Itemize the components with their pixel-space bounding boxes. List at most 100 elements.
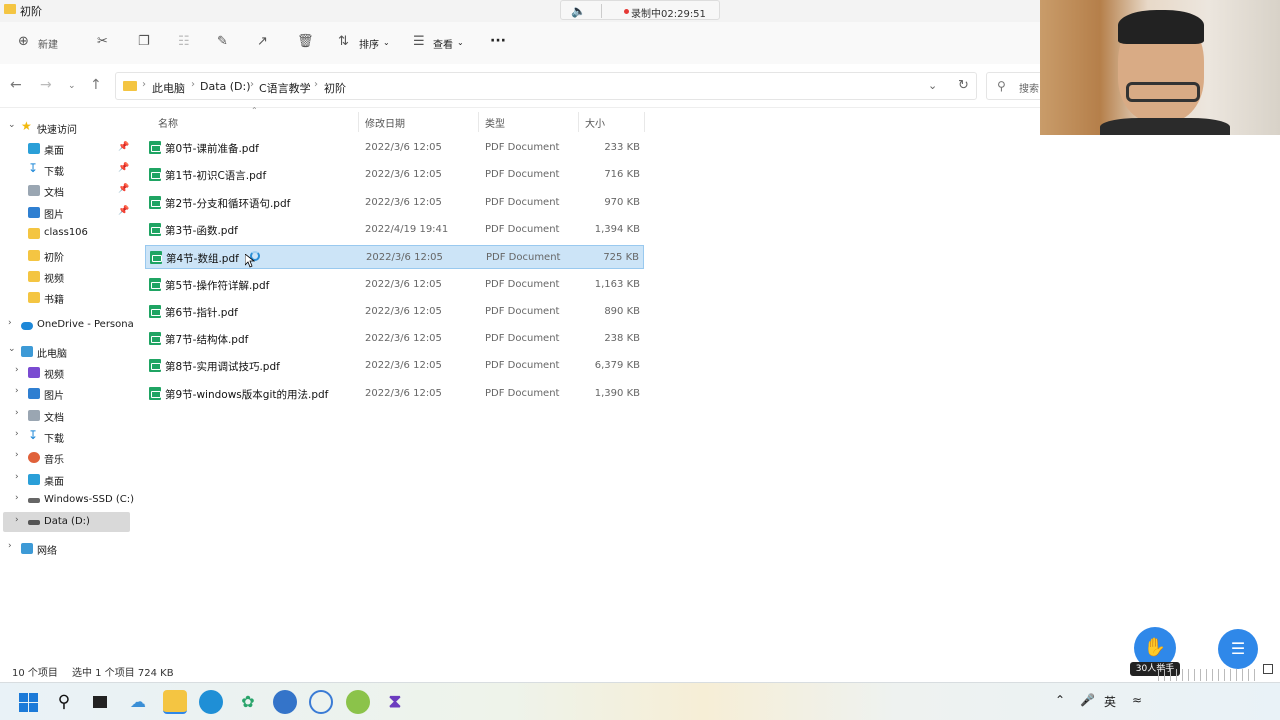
sidebar-item-videos[interactable]: 视频 xyxy=(0,266,132,286)
chevron-right-icon[interactable]: › xyxy=(15,515,19,525)
chevron-down-icon[interactable]: ⌄ xyxy=(928,79,937,92)
pin-icon[interactable]: 📌 xyxy=(118,142,129,152)
layout-toggle-icon[interactable] xyxy=(1263,664,1273,674)
sidebar-item-pc-music[interactable]: › 音乐 xyxy=(0,447,132,467)
share-icon[interactable]: ↗ xyxy=(257,34,268,50)
view-button[interactable]: 查看 xyxy=(433,36,453,51)
cut-icon[interactable]: ✂ xyxy=(97,34,108,50)
search-input[interactable]: ⚲ 搜索 xyxy=(986,72,1046,100)
file-row[interactable]: 第8节-实用调试技巧.pdf 2022/3/6 12:05 PDF Document… xyxy=(145,354,644,378)
breadcrumb-item[interactable]: Data (D:) xyxy=(200,80,251,93)
chevron-right-icon[interactable]: › xyxy=(15,386,19,396)
column-header-name[interactable]: 名称 xyxy=(158,115,178,130)
chevron-right-icon[interactable]: › xyxy=(8,318,12,328)
recent-chevron-icon[interactable]: ⌄ xyxy=(68,81,76,91)
sort-icon[interactable]: ⇅ xyxy=(338,34,349,50)
sidebar-item-quick-access[interactable]: ⌄ ★ 快速访问 xyxy=(0,117,132,137)
chevron-up-icon[interactable]: ⌃ xyxy=(1055,693,1065,707)
delete-icon[interactable]: 🗑 xyxy=(297,34,314,50)
paste-icon[interactable]: ☷ xyxy=(178,34,190,50)
file-row[interactable]: 第1节-初识C语言.pdf 2022/3/6 12:05 PDF Document 7… xyxy=(145,163,644,187)
sidebar-item-pc-videos[interactable]: › 视频 xyxy=(0,362,132,382)
widgets-icon[interactable]: ☁ xyxy=(126,690,150,714)
sidebar-item-pc-desktop[interactable]: › 桌面 xyxy=(0,469,132,489)
chevron-right-icon[interactable]: › xyxy=(15,450,19,460)
sidebar-item-pc-documents[interactable]: › 文档 xyxy=(0,405,132,425)
column-header-size[interactable]: 大小 xyxy=(585,115,605,130)
chevron-right-icon[interactable]: › xyxy=(15,493,19,503)
column-divider[interactable] xyxy=(644,112,645,132)
app-icon[interactable]: ✿ xyxy=(236,690,260,714)
column-divider[interactable] xyxy=(358,112,359,132)
sidebar-item-onedrive[interactable]: › OneDrive - Persona xyxy=(0,315,134,335)
sidebar-item-books[interactable]: 书籍 xyxy=(0,287,132,307)
search-icon[interactable]: ⚲ xyxy=(52,690,76,714)
visual-studio-icon[interactable]: ⧗ xyxy=(383,690,407,714)
sidebar-item-downloads[interactable]: ↧ 下载 📌 xyxy=(0,159,132,179)
pin-icon[interactable]: 📌 xyxy=(118,206,129,216)
view-icon[interactable]: ☰ xyxy=(413,34,425,50)
new-icon[interactable]: ⊕ xyxy=(18,34,29,50)
chevron-down-icon[interactable]: ⌄ xyxy=(457,38,464,47)
wifi-icon[interactable]: ≈ xyxy=(1132,693,1142,707)
sidebar-item-class106[interactable]: class106 xyxy=(0,223,132,243)
pin-icon[interactable]: 📌 xyxy=(118,163,129,173)
sidebar-item-drive-d[interactable]: › Data (D:) xyxy=(3,512,130,532)
app-icon[interactable] xyxy=(273,690,297,714)
column-header-date[interactable]: 修改日期 xyxy=(365,115,405,130)
sidebar-item-chujie[interactable]: 初阶 xyxy=(0,245,132,265)
file-row[interactable]: 第3节-函数.pdf 2022/4/19 19:41 PDF Document 1,3… xyxy=(145,218,644,242)
copy-icon[interactable]: ❐ xyxy=(138,34,150,50)
chevron-right-icon[interactable]: › xyxy=(191,79,195,90)
chevron-right-icon[interactable]: › xyxy=(142,79,146,90)
breadcrumb-item[interactable]: 此电脑 xyxy=(152,80,185,96)
breadcrumb-item[interactable]: 初阶 xyxy=(324,80,346,96)
breadcrumb-item[interactable]: C语言教学 xyxy=(259,80,311,96)
edge-browser-icon[interactable] xyxy=(199,690,223,714)
forward-arrow-icon[interactable]: → xyxy=(40,77,52,93)
chevron-right-icon[interactable]: › xyxy=(15,408,19,418)
more-button[interactable]: ··· xyxy=(490,33,506,49)
rename-icon[interactable]: ✎ xyxy=(217,34,228,50)
sidebar-item-pictures[interactable]: 图片 📌 xyxy=(0,202,132,222)
new-button-label[interactable]: 新建 xyxy=(38,36,58,51)
chevron-right-icon[interactable]: › xyxy=(15,429,19,439)
microphone-icon[interactable]: 🎤 xyxy=(1080,693,1095,707)
sidebar-item-documents[interactable]: 文档 📌 xyxy=(0,180,132,200)
file-row[interactable]: 第7节-结构体.pdf 2022/3/6 12:05 PDF Document 238… xyxy=(145,327,644,351)
speaker-muted-icon[interactable]: 🔈 xyxy=(571,4,586,18)
input-method-indicator[interactable]: 英 xyxy=(1104,693,1116,710)
file-row[interactable]: 第6节-指针.pdf 2022/3/6 12:05 PDF Document 890 … xyxy=(145,300,644,324)
chevron-down-icon[interactable]: ⌄ xyxy=(383,38,390,47)
chevron-right-icon[interactable]: › xyxy=(15,365,19,375)
breadcrumb[interactable]: › 此电脑 › Data (D:) › C语言教学 › 初阶 ⌄ ↻ xyxy=(115,72,977,100)
chat-icon[interactable]: ☰ xyxy=(1218,629,1258,669)
sort-button[interactable]: 排序 xyxy=(359,36,379,51)
task-view-icon[interactable] xyxy=(88,690,112,714)
chevron-right-icon[interactable]: › xyxy=(8,541,12,551)
sidebar-item-network[interactable]: › 网络 xyxy=(0,538,132,558)
chevron-right-icon[interactable]: › xyxy=(314,79,318,90)
file-row[interactable]: 第9节-windows版本git的用法.pdf 2022/3/6 12:05 PDF… xyxy=(145,382,644,406)
sidebar-item-drive-c[interactable]: › Windows-SSD (C:) xyxy=(0,490,134,510)
recording-indicator[interactable]: 🔈 录制中02:29:51 xyxy=(560,0,720,20)
file-row[interactable]: 第2节-分支和循环语句.pdf 2022/3/6 12:05 PDF Documen… xyxy=(145,191,644,215)
file-explorer-icon[interactable] xyxy=(163,690,187,714)
sidebar-item-this-pc[interactable]: ⌄ 此电脑 xyxy=(0,341,132,361)
up-arrow-icon[interactable]: ↑ xyxy=(90,77,102,93)
chevron-down-icon[interactable]: ⌄ xyxy=(8,344,16,354)
file-row[interactable]: 第0节-课前准备.pdf 2022/3/6 12:05 PDF Document 23… xyxy=(145,136,644,160)
chevron-right-icon[interactable]: › xyxy=(15,472,19,482)
chevron-right-icon[interactable]: › xyxy=(250,79,254,90)
refresh-icon[interactable]: ↻ xyxy=(958,78,969,93)
pin-icon[interactable]: 📌 xyxy=(118,184,129,194)
column-divider[interactable] xyxy=(578,112,579,132)
app-icon[interactable] xyxy=(346,690,370,714)
chevron-down-icon[interactable]: ⌄ xyxy=(8,120,16,130)
file-row[interactable]: 第4节-数组.pdf 2022/3/6 12:05 PDF Document 725 … xyxy=(145,245,644,270)
column-divider[interactable] xyxy=(478,112,479,132)
sidebar-item-pc-downloads[interactable]: › ↧ 下载 xyxy=(0,426,132,446)
windows-start-icon[interactable] xyxy=(16,690,40,714)
app-icon[interactable] xyxy=(309,690,333,714)
back-arrow-icon[interactable]: ← xyxy=(10,77,22,93)
